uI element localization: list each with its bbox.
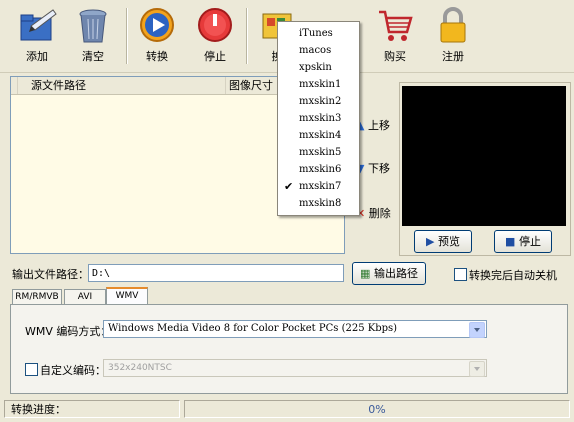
custom-encoding-select[interactable]: 352x240NTSC xyxy=(103,359,487,377)
chevron-down-icon[interactable] xyxy=(469,322,485,338)
buy-label: 购买 xyxy=(384,50,406,63)
checkmark-icon: ✔ xyxy=(284,180,294,193)
add-label: 添加 xyxy=(26,50,48,63)
skin-menu-item[interactable]: mxskin8 xyxy=(278,195,359,212)
column-source-path[interactable]: 源文件路径 xyxy=(27,77,226,94)
skin-menu-item-label: mxskin2 xyxy=(299,96,342,107)
skin-menu-item[interactable]: mxskin3 xyxy=(278,110,359,127)
skin-menu-item[interactable]: ✔ mxskin7 xyxy=(278,178,359,195)
wmv-encoding-select[interactable]: Windows Media Video 8 for Color Pocket P… xyxy=(103,320,487,338)
add-folder-icon xyxy=(20,9,57,41)
skin-menu-item[interactable]: mxskin1 xyxy=(278,76,359,93)
skin-menu-item-label: macos xyxy=(299,45,332,56)
skin-menu-item[interactable]: macos xyxy=(278,42,359,59)
clear-label: 清空 xyxy=(82,50,104,63)
convert-button[interactable]: 转换 xyxy=(132,4,182,68)
preview-screen xyxy=(402,86,566,226)
delete-button[interactable]: ✕ 删除 xyxy=(356,206,391,222)
convert-label: 转换 xyxy=(146,50,168,63)
clear-button[interactable]: 清空 xyxy=(68,4,118,68)
toolbar-separator xyxy=(126,8,128,64)
preview-label: 预览 xyxy=(437,235,460,248)
shopping-cart-icon xyxy=(379,10,413,41)
delete-label: 删除 xyxy=(368,207,391,220)
wmv-encoding-value: Windows Media Video 8 for Color Pocket P… xyxy=(108,323,398,334)
progress-percent: 0% xyxy=(368,403,386,416)
tab-wmv[interactable]: WMV xyxy=(106,287,148,305)
auto-shutdown-label: 转换完后自动关机 xyxy=(469,269,557,282)
skin-menu-item-label: mxskin4 xyxy=(299,130,342,141)
skin-menu-item[interactable]: mxskin6 xyxy=(278,161,359,178)
skin-menu-item[interactable]: mxskin2 xyxy=(278,93,359,110)
wmv-encoding-label: WMV 编码方式： xyxy=(25,325,112,338)
play-small-icon: ▶ xyxy=(426,235,435,248)
register-button[interactable]: 注册 xyxy=(428,4,478,68)
wmv-settings-panel: WMV 编码方式： Windows Media Video 8 for Colo… xyxy=(10,304,568,394)
custom-encoding-label: 自定义编码： xyxy=(40,364,106,377)
buy-button[interactable]: 购买 xyxy=(370,4,420,68)
header-spacer xyxy=(11,77,18,94)
custom-encoding-checkbox[interactable] xyxy=(25,363,38,376)
move-down-button[interactable]: ▼ 下移 xyxy=(356,161,390,177)
browse-output-button[interactable]: ▦ 输出路径 xyxy=(352,262,426,285)
output-path-input[interactable]: D:\ xyxy=(88,264,344,282)
power-stop-icon xyxy=(198,8,232,42)
skin-menu-item-label: mxskin7 xyxy=(299,181,342,192)
auto-shutdown-checkbox[interactable] xyxy=(454,268,467,281)
padlock-icon xyxy=(440,7,466,43)
trash-can-icon xyxy=(79,9,107,43)
stop-square-icon: ■ xyxy=(505,235,516,248)
skin-menu-item-label: mxskin1 xyxy=(299,79,342,90)
preview-stop-button[interactable]: ■ 停止 xyxy=(494,230,552,253)
tab-avi[interactable]: AVI xyxy=(64,289,106,305)
move-down-label: 下移 xyxy=(367,162,390,175)
preview-stop-label: 停止 xyxy=(518,235,541,248)
progress-bar: 0% xyxy=(184,400,570,418)
skin-menu-item-label: iTunes xyxy=(299,28,333,39)
skin-menu-item-label: xpskin xyxy=(299,62,332,73)
skin-menu-item-label: mxskin3 xyxy=(299,113,342,124)
move-up-button[interactable]: ▲ 上移 xyxy=(356,118,390,134)
skin-menu-item[interactable]: mxskin4 xyxy=(278,127,359,144)
skin-menu-item[interactable]: xpskin xyxy=(278,59,359,76)
film-icon: ▦ xyxy=(360,267,371,280)
preview-button[interactable]: ▶ 预览 xyxy=(414,230,472,253)
skin-menu-item[interactable]: iTunes xyxy=(278,25,359,42)
skin-menu-item-label: mxskin6 xyxy=(299,164,342,175)
custom-encoding-value: 352x240NTSC xyxy=(108,363,172,373)
chevron-down-icon xyxy=(469,361,485,377)
output-path-label: 输出文件路径： xyxy=(12,268,89,281)
browse-output-label: 输出路径 xyxy=(373,267,418,280)
progress-label: 转换进度： xyxy=(4,400,180,418)
play-icon xyxy=(140,8,174,42)
toolbar-separator xyxy=(246,8,248,64)
skin-menu: iTunes macos xpskin mxskin1 mxskin2 mxskin3 mx… xyxy=(277,21,360,216)
skin-menu-item[interactable]: mxskin5 xyxy=(278,144,359,161)
stop-label: 停止 xyxy=(204,50,226,63)
register-label: 注册 xyxy=(442,50,464,63)
skin-menu-item-label: mxskin5 xyxy=(299,147,342,158)
skin-menu-item-label: mxskin8 xyxy=(299,198,342,209)
status-bar: 转换进度： 0% xyxy=(0,398,574,422)
stop-toolbar-button[interactable]: 停止 xyxy=(190,4,240,68)
move-up-label: 上移 xyxy=(367,119,390,132)
add-button[interactable]: 添加 xyxy=(12,4,62,68)
tab-rm-rmvb[interactable]: RM/RMVB xyxy=(12,289,62,305)
